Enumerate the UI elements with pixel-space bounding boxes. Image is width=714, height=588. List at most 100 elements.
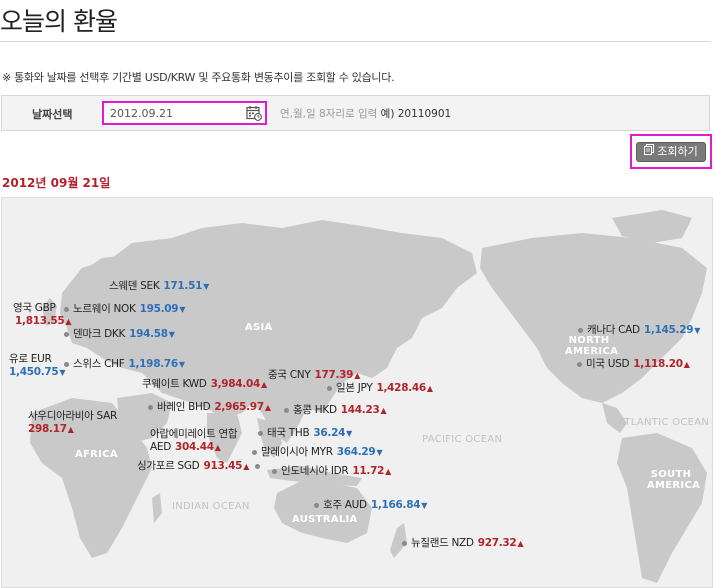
currency-rate: 195.09 (139, 303, 179, 315)
currency-rate: 1,813.55 (15, 315, 65, 327)
currency-name: 일본 JPY (336, 382, 373, 394)
region-north-america: NORTH AMERICA (565, 335, 619, 357)
search-button-highlight: 조회하기 (630, 134, 712, 169)
date-input-box[interactable] (102, 101, 267, 125)
triangle-up-icon: ▲ (354, 371, 361, 380)
triangle-down-icon: ▼ (421, 501, 428, 510)
currency-dkk[interactable]: 덴마크 DKK 194.58▼ (64, 328, 175, 341)
triangle-up-icon: ▲ (214, 443, 221, 452)
location-dot (314, 502, 319, 508)
currency-bhd[interactable]: 바레인 BHD 2,965.97▲ (148, 401, 271, 414)
triangle-up-icon: ▲ (264, 403, 271, 412)
currency-kwd[interactable]: 쿠웨이트 KWD 3,984.04▲ (142, 378, 267, 391)
triangle-down-icon: ▼ (178, 360, 185, 369)
currency-name: 노르웨이 NOK (73, 303, 136, 315)
currency-rate: 1,428.46 (376, 382, 426, 394)
currency-rate: 913.45 (203, 460, 243, 472)
triangle-up-icon: ▲ (380, 406, 387, 415)
page-title: 오늘의 환율 (0, 7, 118, 36)
currency-rate: 304.44 (175, 441, 214, 453)
currency-jpy[interactable]: 일본 JPY 1,428.46▲ (327, 382, 433, 395)
notice-text: ※ 통화와 날짜를 선택후 기간별 USD/KRW 및 주요통화 변동추이를 조… (2, 71, 395, 84)
currency-cad[interactable]: 캐나다 CAD 1,145.29▼ (578, 324, 700, 337)
ocean-indian: INDIAN OCEAN (172, 501, 250, 512)
location-dot (252, 449, 257, 455)
currency-myr[interactable]: 말레이시아 MYR 364.29▼ (252, 446, 383, 459)
currency-rate: 36.24 (313, 427, 346, 439)
currency-rate: 298.17 (28, 423, 67, 435)
triangle-up-icon: ▲ (260, 380, 267, 389)
region-south-america: SOUTH AMERICA (647, 469, 701, 491)
location-dot (284, 407, 289, 413)
currency-name: 싱가포르 SGD (137, 460, 200, 472)
currency-rate: 1,145.29 (643, 324, 694, 336)
location-dot (255, 463, 261, 469)
ocean-pacific: PACIFIC OCEAN (422, 434, 503, 445)
currency-cny[interactable]: 중국 CNY 177.39▲ (268, 369, 360, 382)
location-dot (577, 361, 582, 367)
triangle-down-icon: ▼ (179, 305, 186, 314)
title-divider (0, 41, 711, 42)
triangle-down-icon: ▼ (203, 282, 209, 291)
currency-sek[interactable]: 스웨덴 SEK 171.51▼ (109, 280, 209, 293)
location-dot (148, 404, 153, 410)
hint-text: 연,월,일 8자리로 입력 (280, 108, 378, 120)
currency-name: 호주 AUD (323, 499, 367, 511)
region-asia: ASIA (245, 322, 273, 333)
triangle-up-icon: ▲ (243, 462, 250, 471)
currency-nzd[interactable]: 뉴질랜드 NZD 927.32▲ (402, 537, 524, 550)
triangle-down-icon: ▼ (376, 448, 383, 457)
currency-name: 중국 CNY (268, 369, 311, 381)
triangle-up-icon: ▲ (65, 317, 72, 326)
currency-idr[interactable]: 인도네시아 IDR 11.72▲ (272, 465, 391, 478)
currency-name: 유로 EUR (9, 353, 52, 365)
region-australia: AUSTRALIA (292, 514, 358, 525)
hint-example: 예) 20110901 (380, 108, 452, 120)
currency-name: 덴마크 DKK (73, 328, 126, 340)
currency-rate: 1,450.75 (9, 366, 59, 378)
ocean-atlantic: ATLANTIC OCEAN (618, 417, 710, 428)
date-input[interactable] (110, 105, 238, 121)
location-dot (258, 430, 263, 436)
currency-aud[interactable]: 호주 AUD 1,166.84▼ (314, 499, 427, 512)
location-dot (64, 331, 69, 337)
currency-name: 미국 USD (586, 358, 630, 370)
currency-rate: 171.51 (163, 280, 203, 292)
currency-eur[interactable]: 유로 EUR 1,450.75▼ (9, 353, 66, 379)
region-africa: AFRICA (75, 449, 118, 460)
currency-rate: 927.32 (477, 537, 517, 549)
currency-name: 영국 GBP (13, 302, 56, 314)
location-dot (327, 385, 332, 391)
triangle-up-icon: ▲ (426, 384, 433, 393)
triangle-up-icon: ▲ (517, 539, 524, 548)
currency-rate: 11.72 (352, 465, 385, 477)
currency-thb[interactable]: 태국 THB 36.24▼ (258, 427, 352, 440)
search-button[interactable]: 조회하기 (636, 142, 706, 162)
currency-rate: 2,965.97 (214, 401, 264, 413)
currency-chf[interactable]: 스위스 CHF 1,198.76▼ (64, 358, 185, 371)
currency-usd[interactable]: 미국 USD 1,118.20▲ (577, 358, 690, 371)
currency-name: 스웨덴 SEK (109, 280, 160, 292)
triangle-down-icon: ▼ (346, 429, 352, 438)
currency-name: 바레인 BHD (157, 401, 211, 413)
location-dot (64, 361, 69, 367)
calendar-icon[interactable] (246, 105, 262, 121)
currency-name: 뉴질랜드 NZD (411, 537, 474, 549)
triangle-down-icon: ▼ (694, 326, 701, 335)
currency-sar[interactable]: 사우디아라비아 SAR 298.17▲ (28, 410, 117, 436)
currency-gbp[interactable]: 영국 GBP 1,813.55▲ (13, 302, 72, 328)
currency-rate: 144.23 (340, 404, 380, 416)
document-icon (644, 143, 655, 161)
triangle-up-icon: ▲ (67, 425, 74, 434)
search-button-label: 조회하기 (657, 145, 698, 158)
currency-nok[interactable]: 노르웨이 NOK 195.09▼ (64, 303, 185, 316)
triangle-up-icon: ▲ (683, 360, 690, 369)
currency-name: 홍콩 HKD (293, 404, 337, 416)
currency-name: 말레이시아 MYR (261, 446, 333, 458)
currency-name: 태국 THB (267, 427, 310, 439)
currency-name: 사우디아라비아 SAR (28, 410, 117, 422)
currency-sgd[interactable]: 싱가포르 SGD 913.45▲ (137, 460, 264, 473)
currency-hkd[interactable]: 홍콩 HKD 144.23▲ (284, 404, 387, 417)
currency-rate: 1,118.20 (633, 358, 683, 370)
currency-name: 캐나다 CAD (587, 324, 640, 336)
